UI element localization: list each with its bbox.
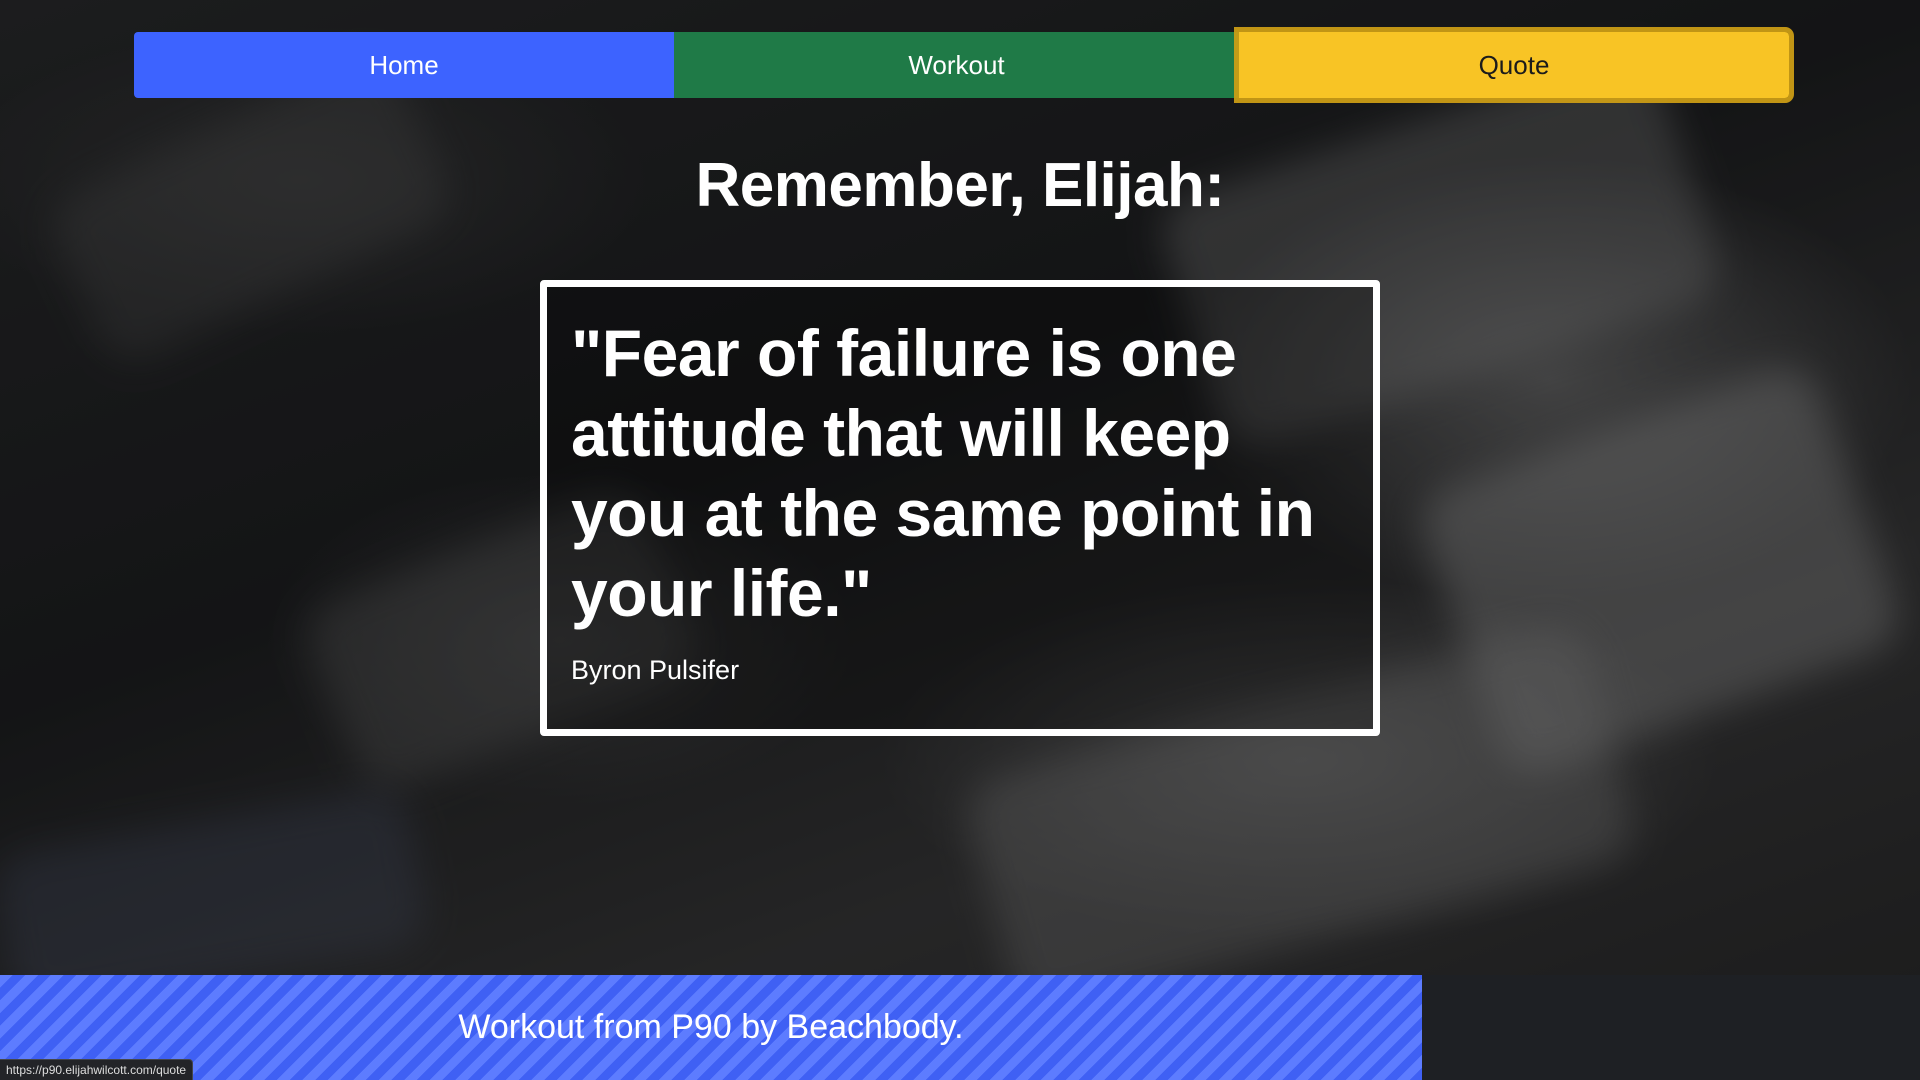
nav-quote-button[interactable]: Quote (1234, 27, 1794, 103)
footer-banner: Workout from P90 by Beachbody. (0, 975, 1422, 1080)
footer-credit-text: Workout from P90 by Beachbody. (458, 1008, 964, 1046)
quote-card: "Fear of failure is one attitude that wi… (540, 280, 1380, 736)
status-bar-url: https://p90.elijahwilcott.com/quote (0, 1059, 194, 1080)
nav-workout-button[interactable]: Workout (674, 32, 1239, 98)
footer: Workout from P90 by Beachbody. (0, 975, 1920, 1080)
top-navigation: Home Workout Quote (134, 27, 1794, 103)
page-heading: Remember, Elijah: (695, 151, 1225, 220)
nav-home-button[interactable]: Home (134, 32, 674, 98)
quote-text: "Fear of failure is one attitude that wi… (571, 316, 1315, 630)
quote-author: Byron Pulsifer (571, 655, 740, 685)
